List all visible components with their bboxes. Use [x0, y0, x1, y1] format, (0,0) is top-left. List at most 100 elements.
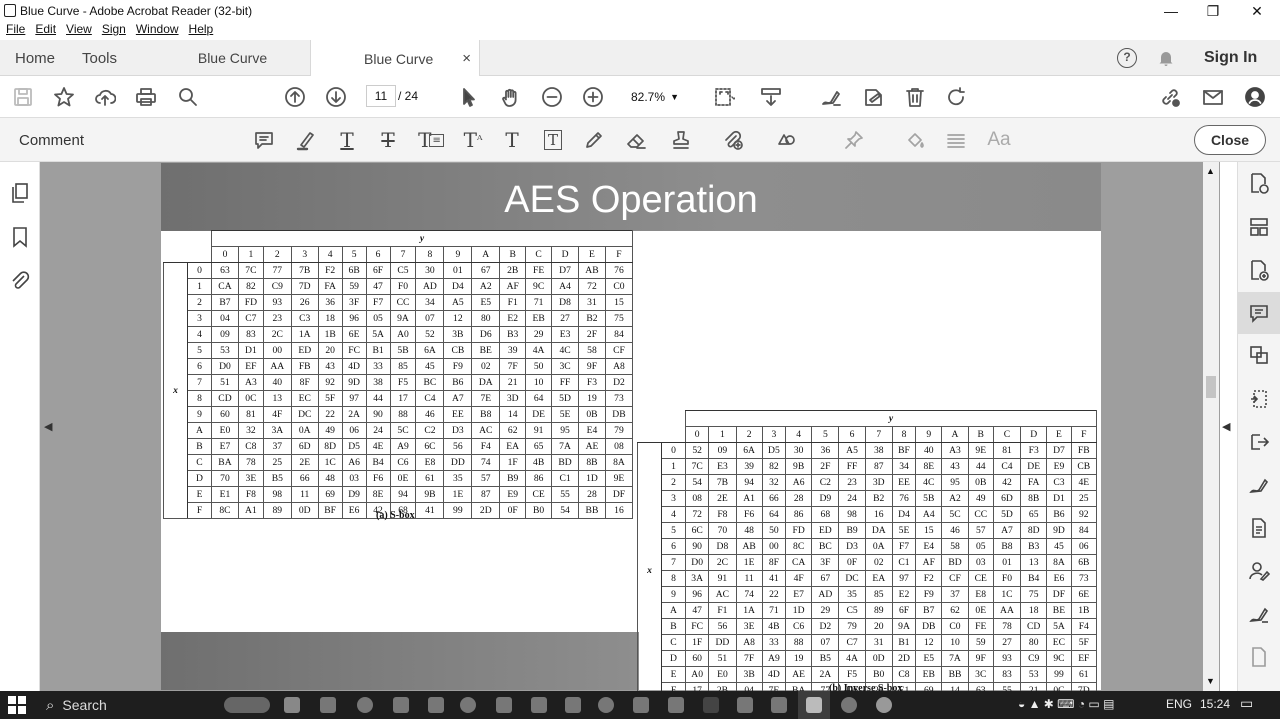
- zoom-in-icon[interactable]: [581, 85, 605, 109]
- add-text-icon[interactable]: T: [500, 128, 524, 152]
- save-icon[interactable]: [11, 85, 35, 109]
- chrome-icon[interactable]: [357, 697, 373, 713]
- app-icon-14[interactable]: [771, 697, 787, 713]
- create-pdf-icon[interactable]: [1248, 259, 1272, 283]
- menu-edit[interactable]: Edit: [35, 22, 56, 40]
- language-indicator[interactable]: ENG: [1166, 697, 1192, 711]
- menu-help[interactable]: Help: [189, 22, 214, 40]
- previous-page-icon[interactable]: [283, 85, 307, 109]
- page-thumbnails-icon[interactable]: [9, 182, 31, 204]
- scan-document-icon[interactable]: [1248, 517, 1272, 541]
- sticky-note-icon[interactable]: [252, 128, 276, 152]
- scroll-up-icon[interactable]: ▲: [1206, 166, 1215, 176]
- edge-icon[interactable]: [841, 697, 857, 713]
- print-icon[interactable]: [134, 85, 158, 109]
- notifications-icon[interactable]: ▭: [1240, 695, 1253, 712]
- menu-window[interactable]: Window: [136, 22, 179, 40]
- shapes-tool-icon[interactable]: [770, 128, 802, 152]
- tab-document-1[interactable]: Blue Curve: [155, 40, 310, 76]
- maximize-button[interactable]: ❐: [1190, 0, 1236, 22]
- taskbar-search-box[interactable]: ⌕ Search: [36, 691, 216, 719]
- notifications-bell-icon[interactable]: [1157, 49, 1175, 67]
- clock[interactable]: 15:24: [1200, 697, 1230, 711]
- comment-tool-icon[interactable]: [1248, 302, 1272, 326]
- request-signatures-icon[interactable]: [1248, 560, 1272, 584]
- insert-text-icon[interactable]: Tᴬ: [459, 128, 487, 152]
- next-page-icon[interactable]: [324, 85, 348, 109]
- attach-file-icon[interactable]: [717, 128, 749, 152]
- fill-sign-icon[interactable]: [861, 85, 885, 109]
- menu-view[interactable]: View: [66, 22, 92, 40]
- underline-text-icon[interactable]: T: [335, 128, 359, 152]
- minimize-button[interactable]: —: [1148, 0, 1194, 22]
- menu-sign[interactable]: Sign: [102, 22, 126, 40]
- scrollbar-thumb[interactable]: [1206, 376, 1216, 398]
- app-icon-9[interactable]: [598, 697, 614, 713]
- export-pdf-icon[interactable]: [1248, 172, 1272, 196]
- document-viewer[interactable]: AES Operation y 0 1 2 3 4 5 6 7 8 9 A B C D E Fx 0 63 7C 77 7…: [40, 162, 1220, 691]
- highlight-pen-icon[interactable]: [294, 128, 318, 152]
- text-box-icon[interactable]: T: [541, 128, 565, 152]
- close-tab-icon[interactable]: ×: [462, 50, 471, 67]
- search-zoom-icon[interactable]: [176, 85, 200, 109]
- vertical-scrollbar[interactable]: ▲ ▼: [1203, 162, 1219, 691]
- app-icon-8[interactable]: [565, 697, 581, 713]
- search-highlight-icon[interactable]: [224, 697, 270, 713]
- tab-home[interactable]: Home: [15, 40, 55, 76]
- bookmark-star-icon[interactable]: [52, 85, 76, 109]
- page-fit-icon[interactable]: [707, 85, 741, 109]
- notes-icon[interactable]: [496, 697, 512, 713]
- settings-gear-icon[interactable]: [876, 697, 892, 713]
- scroll-down-icon[interactable]: ▼: [1206, 676, 1215, 686]
- bookmarks-icon[interactable]: [9, 226, 31, 248]
- strikethrough-text-icon[interactable]: T: [376, 128, 400, 152]
- app-icon-11[interactable]: [668, 697, 684, 713]
- app-icon-7[interactable]: [531, 697, 547, 713]
- select-cursor-icon[interactable]: [457, 85, 481, 109]
- pencil-draw-icon[interactable]: [582, 128, 606, 152]
- fill-and-sign-icon[interactable]: [1248, 474, 1272, 498]
- app-icon-12[interactable]: [703, 697, 719, 713]
- close-window-button[interactable]: ✕: [1234, 0, 1280, 22]
- vscode-icon[interactable]: [633, 697, 649, 713]
- replace-text-icon[interactable]: T ≡: [417, 128, 445, 152]
- share-link-icon[interactable]: [1158, 85, 1182, 109]
- hand-tool-icon[interactable]: [499, 85, 523, 109]
- task-view-icon[interactable]: [284, 697, 300, 713]
- more-tools-icon[interactable]: [1248, 646, 1272, 670]
- expand-right-panel-icon[interactable]: ◀: [1222, 420, 1230, 433]
- telegram-icon[interactable]: [460, 697, 476, 713]
- sign-pen-icon[interactable]: [819, 85, 843, 109]
- rotate-icon[interactable]: [944, 85, 968, 109]
- tray-icons[interactable]: ◒ ▲ ✱ ⌨ ◔ ▭ ▤: [1018, 697, 1114, 711]
- upload-cloud-icon[interactable]: [93, 85, 117, 109]
- collapse-left-panel-icon[interactable]: ◀: [44, 420, 52, 433]
- file-explorer-icon[interactable]: [320, 697, 336, 713]
- tab-document-2[interactable]: Blue Curve ×: [310, 40, 480, 77]
- stamp-icon[interactable]: [665, 128, 697, 152]
- close-comment-button[interactable]: Close: [1194, 125, 1266, 155]
- app-icon-13[interactable]: [737, 697, 753, 713]
- compress-pdf-icon[interactable]: [1248, 388, 1272, 412]
- zoom-out-icon[interactable]: [540, 85, 564, 109]
- combine-files-icon[interactable]: [1248, 344, 1272, 368]
- scroll-mode-icon[interactable]: [759, 85, 783, 109]
- zoom-level-select[interactable]: 82.7% ▼: [624, 85, 686, 107]
- email-icon[interactable]: [1201, 85, 1225, 109]
- delete-trash-icon[interactable]: [903, 85, 927, 109]
- page-number-input[interactable]: 11: [366, 85, 396, 107]
- windows-start-icon[interactable]: [8, 696, 26, 714]
- notion-icon[interactable]: [428, 697, 444, 713]
- app-icon-3[interactable]: [393, 697, 409, 713]
- share-user-icon[interactable]: [1243, 85, 1267, 109]
- menu-file[interactable]: File: [6, 22, 25, 40]
- sign-in-button[interactable]: Sign In: [1204, 49, 1257, 67]
- tab-tools[interactable]: Tools: [82, 40, 117, 76]
- eraser-icon[interactable]: [624, 128, 648, 152]
- attachments-paperclip-icon[interactable]: [9, 269, 31, 291]
- sign-tool-icon[interactable]: [1248, 603, 1272, 627]
- edit-pdf-icon[interactable]: [1248, 431, 1272, 455]
- acrobat-taskbar-button[interactable]: [798, 691, 830, 719]
- organize-pages-icon[interactable]: [1248, 216, 1272, 240]
- help-icon[interactable]: ?: [1117, 48, 1137, 68]
